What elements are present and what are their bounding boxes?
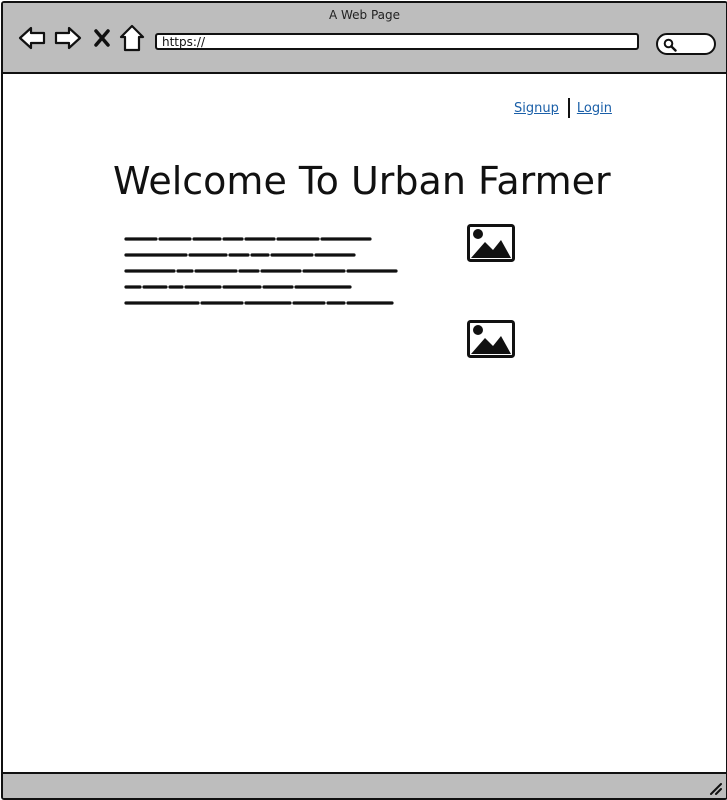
window-title: A Web Page (328, 8, 401, 22)
browser-window: A Web Page https:// Signup Login Welcome… (1, 1, 727, 800)
page-title: Welcome To Urban Farmer (113, 159, 611, 203)
image-icon (467, 320, 515, 358)
image-icon (467, 224, 515, 262)
login-link[interactable]: Login (577, 101, 612, 116)
search-icon (663, 38, 677, 52)
forward-button[interactable] (53, 23, 83, 53)
scribbled-text-placeholder (124, 237, 398, 305)
signup-link[interactable]: Signup (514, 101, 559, 116)
address-bar[interactable]: https:// (155, 33, 639, 50)
home-icon (119, 24, 145, 52)
close-icon (94, 29, 110, 47)
back-button[interactable] (17, 23, 47, 53)
forward-arrow-icon (54, 26, 82, 50)
auth-divider (567, 98, 570, 118)
status-bar (3, 772, 726, 798)
browser-toolbar: A Web Page https:// (3, 3, 726, 74)
resize-grip-icon[interactable] (708, 781, 722, 795)
home-button[interactable] (117, 23, 147, 53)
search-box[interactable] (656, 33, 716, 55)
auth-links: Signup Login (514, 97, 612, 119)
address-text: https:// (162, 35, 206, 49)
stop-button[interactable] (87, 23, 117, 53)
back-arrow-icon (18, 26, 46, 50)
